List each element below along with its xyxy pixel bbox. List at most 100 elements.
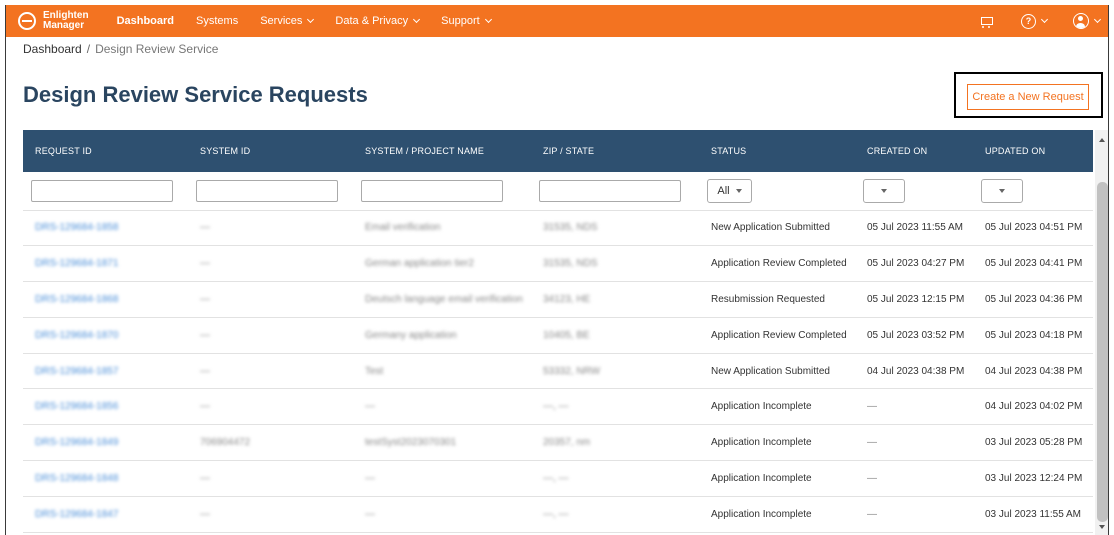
project-name-cell: Test: [365, 365, 384, 377]
table-cell: 05 Jul 2023 12:15 PM: [855, 281, 973, 318]
table-cell: 05 Jul 2023 04:41 PM: [973, 245, 1093, 283]
updated-on-cell: 05 Jul 2023 04:51 PM: [985, 222, 1083, 234]
nav-support[interactable]: Support: [441, 15, 492, 27]
header-system-id[interactable]: SYSTEM ID: [188, 130, 353, 172]
request-id-link[interactable]: DRS-129684-1858: [35, 222, 118, 233]
project-name-cell: —: [365, 508, 375, 520]
store-button[interactable]: [979, 14, 995, 28]
created-on-cell: —: [867, 401, 877, 413]
request-id-link[interactable]: DRS-129684-1849: [35, 437, 118, 448]
filter-row: All: [23, 172, 1093, 211]
zip-state-cell: 31535, NDS: [543, 258, 598, 270]
table-cell: 05 Jul 2023 04:51 PM: [973, 210, 1093, 247]
table-row[interactable]: DRS-129684-1856 — — —, — Application Incompl…: [23, 388, 1093, 426]
system-id-cell: —: [200, 401, 210, 413]
header-status[interactable]: STATUS: [699, 130, 855, 172]
nav-systems[interactable]: Systems: [196, 15, 238, 27]
chevron-down-icon: [484, 15, 492, 24]
project-name-cell: —: [365, 401, 375, 413]
header-created-on[interactable]: CREATED ON: [855, 130, 973, 172]
updated-on-filter-select[interactable]: [981, 178, 1023, 203]
system-id-cell: —: [200, 508, 210, 520]
table-cell: —: [353, 496, 531, 533]
user-icon: [1073, 13, 1089, 29]
table-cell: —: [188, 460, 353, 497]
table-cell: —, —: [531, 388, 699, 426]
project-name-cell: Germany application: [365, 329, 457, 341]
request-id-link[interactable]: DRS-129684-1871: [35, 258, 118, 269]
create-new-request-button[interactable]: Create a New Request: [967, 84, 1089, 110]
table-row[interactable]: DRS-129684-1857 — Test 53332, NRW New Applic…: [23, 353, 1093, 390]
breadcrumb-separator: /: [86, 42, 91, 56]
table-row[interactable]: DRS-129684-1870 — Germany application 10405…: [23, 317, 1093, 354]
scroll-up-arrow-icon[interactable]: [1099, 138, 1105, 142]
table-cell: 31535, NDS: [531, 210, 699, 247]
table-row[interactable]: DRS-129684-1849 706904472 testSyst20230703…: [23, 424, 1093, 462]
zip-state-cell: —, —: [543, 401, 569, 413]
zip-state-cell: —, —: [543, 472, 569, 484]
request-id-link[interactable]: DRS-129684-1857: [35, 366, 118, 377]
nav-services[interactable]: Services: [260, 15, 315, 27]
updated-on-cell: 04 Jul 2023 04:38 PM: [985, 365, 1083, 377]
caret-down-icon: [881, 188, 887, 193]
request-id-link[interactable]: DRS-129684-1870: [35, 330, 118, 341]
table-scrollbar[interactable]: [1095, 130, 1108, 535]
project-name-cell: testSyst2023070301: [365, 437, 457, 449]
table-row[interactable]: DRS-129684-1858 — Email verification 31535,…: [23, 210, 1093, 247]
created-on-cell: 05 Jul 2023 04:27 PM: [867, 258, 965, 270]
table-cell: 34123, HE: [531, 281, 699, 318]
table-row[interactable]: DRS-129684-1848 — — —, — Application Incompl…: [23, 460, 1093, 497]
header-updated-on[interactable]: UPDATED ON: [973, 130, 1093, 172]
updated-on-cell: 05 Jul 2023 04:36 PM: [985, 293, 1083, 305]
filter-cell: [23, 172, 188, 211]
table-cell: —: [353, 460, 531, 497]
enlighten-logo[interactable]: Enlighten Manager: [18, 11, 89, 31]
created-on-cell: —: [867, 472, 877, 484]
scroll-thumb[interactable]: [1097, 182, 1108, 522]
table-body: DRS-129684-1858 — Email verification 31535,…: [23, 210, 1093, 533]
nav-dashboard[interactable]: Dashboard: [117, 15, 174, 27]
filter-cell: [353, 172, 531, 211]
header-request-id[interactable]: REQUEST ID: [23, 130, 188, 172]
table-cell: —: [188, 353, 353, 390]
request-id-filter-input[interactable]: [31, 179, 173, 202]
zip-state-filter-input[interactable]: [539, 179, 681, 202]
system-id-filter-input[interactable]: [196, 179, 338, 202]
table-row[interactable]: DRS-129684-1871 — German application tier2…: [23, 245, 1093, 283]
table-row[interactable]: DRS-129684-1847 — — —, — Application Incompl…: [23, 496, 1093, 533]
table-cell: Resubmission Requested: [699, 281, 855, 318]
updated-on-cell: 03 Jul 2023 05:28 PM: [985, 437, 1083, 449]
help-button[interactable]: ?: [1021, 13, 1049, 29]
status-filter-select[interactable]: All: [707, 178, 752, 203]
table-cell: 03 Jul 2023 05:28 PM: [973, 424, 1093, 462]
app-frame: Enlighten Manager Dashboard Systems Serv…: [5, 5, 1109, 535]
header-zip-state[interactable]: ZIP / STATE: [531, 130, 699, 172]
breadcrumb-current: Design Review Service: [95, 42, 219, 56]
table-cell: Germany application: [353, 317, 531, 354]
request-id-link[interactable]: DRS-129684-1847: [35, 509, 118, 520]
created-on-filter-select[interactable]: [863, 178, 905, 203]
request-id-link[interactable]: DRS-129684-1868: [35, 294, 118, 305]
user-menu-button[interactable]: [1073, 13, 1102, 29]
page-title: Design Review Service Requests: [23, 82, 368, 107]
status-cell: Resubmission Requested: [711, 293, 825, 305]
system-id-cell: —: [200, 329, 210, 341]
table-row[interactable]: DRS-129684-1868 — Deutsch language email v…: [23, 281, 1093, 318]
nav-data-privacy[interactable]: Data & Privacy: [335, 15, 421, 27]
table-cell: 05 Jul 2023 04:27 PM: [855, 245, 973, 283]
request-id-link[interactable]: DRS-129684-1848: [35, 473, 118, 484]
scroll-down-arrow-icon[interactable]: [1099, 525, 1105, 529]
request-id-link[interactable]: DRS-129684-1856: [35, 401, 118, 412]
project-name-filter-input[interactable]: [361, 179, 503, 202]
table-cell: —: [188, 245, 353, 283]
system-id-cell: —: [200, 293, 210, 305]
caret-down-icon: [999, 188, 1005, 193]
header-project-name[interactable]: SYSTEM / PROJECT NAME: [353, 130, 531, 172]
table-cell: testSyst2023070301: [353, 424, 531, 462]
nav-systems-label: Systems: [196, 15, 239, 27]
table-cell: Application Incomplete: [699, 496, 855, 533]
table-cell: DRS-129684-1870: [23, 317, 188, 354]
breadcrumb-home[interactable]: Dashboard: [23, 42, 82, 56]
project-name-cell: Deutsch language email verification: [365, 293, 523, 305]
project-name-cell: German application tier2: [365, 258, 474, 270]
